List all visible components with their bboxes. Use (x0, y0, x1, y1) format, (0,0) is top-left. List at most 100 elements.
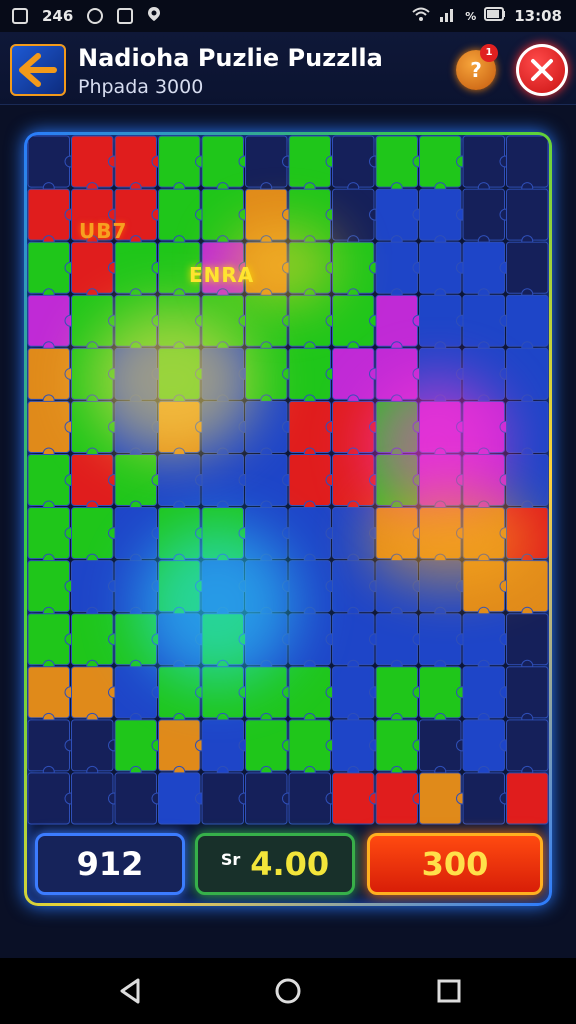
puzzle-piece[interactable] (245, 135, 288, 188)
puzzle-piece[interactable] (158, 400, 201, 453)
puzzle-piece[interactable] (114, 719, 157, 772)
puzzle-piece[interactable] (201, 613, 244, 666)
puzzle-piece[interactable] (288, 613, 331, 666)
back-icon[interactable] (114, 974, 148, 1008)
puzzle-piece[interactable] (288, 241, 331, 294)
puzzle-piece[interactable] (288, 772, 331, 825)
puzzle-piece[interactable] (27, 666, 70, 719)
puzzle-piece[interactable] (245, 719, 288, 772)
puzzle-piece[interactable] (27, 507, 70, 560)
puzzle-piece[interactable] (419, 772, 462, 825)
home-icon[interactable] (271, 974, 305, 1008)
puzzle-piece[interactable] (201, 347, 244, 400)
puzzle-piece[interactable] (288, 560, 331, 613)
puzzle-piece[interactable] (419, 613, 462, 666)
puzzle-piece[interactable] (114, 453, 157, 507)
puzzle-piece[interactable] (288, 453, 331, 507)
puzzle-piece[interactable] (332, 507, 375, 560)
puzzle-piece[interactable] (332, 347, 375, 400)
puzzle-piece[interactable] (332, 719, 375, 772)
puzzle-piece[interactable] (27, 400, 70, 453)
puzzle-piece[interactable] (419, 241, 462, 294)
puzzle-piece[interactable] (419, 560, 462, 613)
puzzle-piece[interactable] (288, 666, 331, 719)
puzzle-piece[interactable] (158, 560, 201, 613)
puzzle-piece[interactable] (506, 613, 549, 666)
puzzle-piece[interactable] (158, 135, 201, 188)
puzzle-piece[interactable] (332, 294, 375, 347)
puzzle-piece[interactable] (419, 719, 462, 772)
puzzle-piece[interactable] (375, 400, 418, 453)
puzzle-piece[interactable] (114, 241, 157, 294)
puzzle-piece[interactable] (375, 294, 418, 347)
puzzle-piece[interactable] (419, 453, 462, 507)
puzzle-piece[interactable] (27, 241, 70, 294)
puzzle-piece[interactable] (375, 772, 418, 825)
puzzle-piece[interactable] (506, 294, 549, 347)
puzzle-piece[interactable] (201, 188, 244, 241)
puzzle-piece[interactable] (245, 400, 288, 453)
puzzle-piece[interactable] (419, 507, 462, 560)
puzzle-piece[interactable] (27, 294, 70, 347)
puzzle-piece[interactable] (201, 400, 244, 453)
puzzle-piece[interactable] (114, 666, 157, 719)
puzzle-piece[interactable] (27, 453, 70, 507)
puzzle-piece[interactable] (462, 135, 505, 188)
puzzle-piece[interactable] (114, 400, 157, 453)
puzzle-piece[interactable] (245, 188, 288, 241)
puzzle-piece[interactable] (462, 400, 505, 453)
puzzle-piece[interactable] (158, 507, 201, 560)
puzzle-piece[interactable] (506, 188, 549, 241)
puzzle-piece[interactable] (27, 188, 70, 241)
puzzle-piece[interactable] (114, 613, 157, 666)
puzzle-piece[interactable] (27, 560, 70, 613)
puzzle-piece[interactable] (506, 347, 549, 400)
puzzle-piece[interactable] (288, 294, 331, 347)
puzzle-piece[interactable] (375, 241, 418, 294)
puzzle-piece[interactable] (462, 347, 505, 400)
puzzle-piece[interactable] (71, 347, 114, 400)
puzzle-piece[interactable] (506, 241, 549, 294)
puzzle-piece[interactable] (419, 400, 462, 453)
puzzle-piece[interactable] (245, 613, 288, 666)
puzzle-piece[interactable] (506, 135, 549, 188)
puzzle-piece[interactable] (375, 666, 418, 719)
puzzle-piece[interactable] (245, 666, 288, 719)
puzzle-piece[interactable] (158, 613, 201, 666)
puzzle-piece[interactable] (245, 560, 288, 613)
puzzle-piece[interactable] (462, 294, 505, 347)
puzzle-piece[interactable] (332, 772, 375, 825)
puzzle-piece[interactable] (375, 135, 418, 188)
puzzle-piece[interactable] (114, 772, 157, 825)
puzzle-piece[interactable] (71, 719, 114, 772)
puzzle-piece[interactable] (375, 613, 418, 666)
puzzle-piece[interactable] (71, 772, 114, 825)
puzzle-piece[interactable] (27, 772, 70, 825)
back-button[interactable] (10, 44, 66, 96)
puzzle-piece[interactable] (245, 772, 288, 825)
puzzle-piece[interactable] (462, 719, 505, 772)
puzzle-piece[interactable] (71, 613, 114, 666)
puzzle-piece[interactable] (419, 347, 462, 400)
puzzle-piece[interactable] (158, 719, 201, 772)
puzzle-piece[interactable] (506, 507, 549, 560)
puzzle-piece[interactable] (27, 347, 70, 400)
puzzle-piece[interactable] (288, 135, 331, 188)
puzzle-piece[interactable] (332, 666, 375, 719)
puzzle-piece[interactable] (288, 719, 331, 772)
puzzle-piece[interactable] (462, 560, 505, 613)
puzzle-piece[interactable] (245, 453, 288, 507)
puzzle-piece[interactable] (71, 241, 114, 294)
puzzle-piece[interactable] (506, 400, 549, 453)
puzzle-piece[interactable] (201, 560, 244, 613)
puzzle-piece[interactable] (462, 666, 505, 719)
puzzle-piece[interactable] (245, 294, 288, 347)
puzzle-piece[interactable] (332, 560, 375, 613)
puzzle-piece[interactable] (27, 135, 70, 188)
puzzle-piece[interactable] (419, 666, 462, 719)
puzzle-piece[interactable] (71, 135, 114, 188)
puzzle-piece[interactable] (201, 719, 244, 772)
puzzle-piece[interactable] (332, 453, 375, 507)
puzzle-piece[interactable] (201, 772, 244, 825)
puzzle-piece[interactable] (71, 453, 114, 507)
